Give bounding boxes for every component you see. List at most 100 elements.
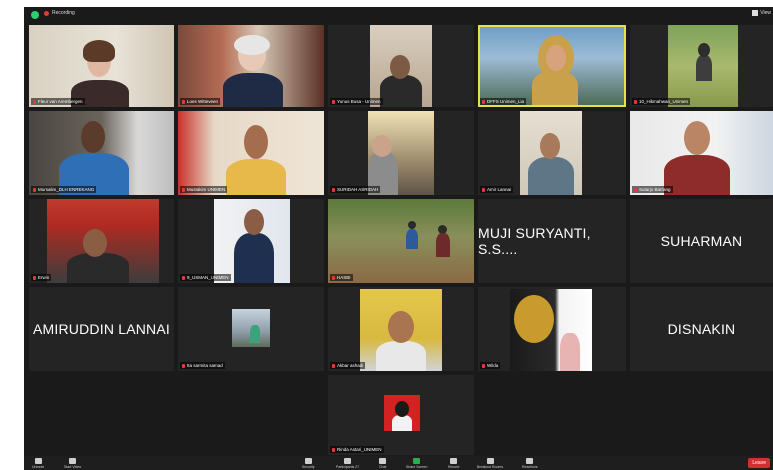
participant-video [29,25,174,107]
participants-icon [344,458,352,464]
mic-muted-icon [33,187,36,192]
participant-tile[interactable]: Erwin [29,199,174,283]
zoom-meeting-window: Recording View Fleur van Arembergen Loes… [24,7,773,470]
microphone-icon [34,458,42,464]
participant-video [232,309,270,347]
participant-video [368,111,434,195]
breakout-rooms-button[interactable]: Breakout Rooms [477,458,503,469]
mic-muted-icon [33,99,36,104]
video-camera-icon [69,458,77,464]
participant-name-display: SUHARMAN [660,233,743,249]
reactions-button[interactable]: Reactions [522,458,538,469]
participant-tile[interactable]: Amir Lannai [478,111,626,195]
meeting-toolbar: Unmute Start Video Security Participants… [24,456,773,470]
participant-name-plate: Fleur van Arembergen [31,98,85,105]
recording-dot-icon [44,10,49,16]
participant-tile[interactable]: Fleur van Arembergen [29,25,174,107]
participant-name-plate: Erwin [31,274,52,281]
participant-name-display: MUJI SURYANTI, S.S.... [478,225,591,257]
participant-tile[interactable]: Mustakim UNIMEN [178,111,324,195]
view-button[interactable]: View [752,10,771,16]
participant-tile-active-speaker[interactable]: DFFS Unimen_Lia [478,25,626,107]
mic-muted-icon [332,187,335,192]
participant-video [47,199,159,283]
mic-muted-icon [182,275,185,280]
participant-video [384,395,420,431]
grid-view-icon [752,10,759,16]
participant-video [630,111,773,195]
recording-label: Recording [52,10,75,16]
participant-video [480,27,624,105]
participant-tile[interactable]: Akbar ashadi [328,287,474,371]
reactions-icon [526,458,534,464]
share-screen-button[interactable]: Share Screen [406,458,427,469]
participant-tile[interactable]: 10_Hikmahwan_Unimen [630,25,773,107]
participant-name-plate: Amir Lannai [480,186,514,193]
shield-icon [304,458,312,464]
participant-video [29,111,174,195]
participants-count: 27 [355,465,360,469]
chat-bubble-icon [379,458,387,464]
participant-video [360,289,442,371]
participant-video [370,25,432,107]
recording-indicator[interactable]: Recording [44,10,75,16]
participant-name-plate: 9_USMAN_UNIMEN [180,274,231,281]
security-shield-icon[interactable] [31,11,39,19]
participant-tile[interactable]: MUJI SURYANTI, S.S.... [478,199,626,283]
participant-video [668,25,738,107]
participant-video [328,199,474,283]
participant-tile[interactable]: Loes Witteveen [178,25,324,107]
participant-tile[interactable]: SURIDAH ASRIDAH [328,111,474,195]
mic-muted-icon [182,363,185,368]
participant-video [214,199,290,283]
leave-button[interactable]: Leave [748,458,770,468]
record-button[interactable]: Record [448,458,459,469]
view-label: View [760,10,771,16]
participant-name-plate: HASBI [330,274,353,281]
participant-name-plate: 10_Hikmahwan_Unimen [632,98,691,105]
participant-tile[interactable]: HASBI [328,199,474,283]
mic-muted-icon [182,99,185,104]
mic-muted-icon [332,99,335,104]
start-video-button[interactable]: Start Video [64,458,81,469]
record-icon [450,458,458,464]
mic-muted-icon [634,99,637,104]
participant-name-plate: Rinda Astari_UNIMEN [330,446,384,453]
participant-tile[interactable]: Ita sarmita samad [178,287,324,371]
participant-name-plate: Mursalim_DLH ENREKANG [31,186,97,193]
participant-tile[interactable]: AMIRUDDIN LANNAI [29,287,174,371]
participant-name-plate: Sutarjo Barrang [632,186,673,193]
participant-name-display: DISNAKIN [667,321,736,337]
participant-tile[interactable]: Yunus Busa - Unimen [328,25,474,107]
participant-name-plate: Mustakim UNIMEN [180,186,228,193]
participants-button[interactable]: Participants 27 [336,458,359,469]
participant-tile[interactable]: DISNAKIN [630,287,773,371]
participant-name-plate: Yunus Busa - Unimen [330,98,383,105]
participant-video [178,111,324,195]
mic-muted-icon [182,187,185,192]
participant-tile[interactable]: Wilda [478,287,626,371]
mic-muted-icon [332,447,335,452]
participant-tile[interactable]: Rinda Astari_UNIMEN [328,375,474,455]
unmute-button[interactable]: Unmute [32,458,44,469]
participant-video [520,111,582,195]
participant-tile[interactable]: Sutarjo Barrang [630,111,773,195]
participant-video [510,289,592,371]
participant-name-display: AMIRUDDIN LANNAI [33,321,170,337]
chat-button[interactable]: Chat [379,458,386,469]
mic-muted-icon [482,363,485,368]
mic-muted-icon [482,99,485,104]
participant-tile[interactable]: Mursalim_DLH ENREKANG [29,111,174,195]
participant-name-plate: Loes Witteveen [180,98,221,105]
mic-muted-icon [33,275,36,280]
participant-name-plate: SURIDAH ASRIDAH [330,186,381,193]
participant-name-plate: Wilda [480,362,501,369]
security-button[interactable]: Security [302,458,315,469]
mic-muted-icon [634,187,637,192]
participant-name-plate: Ita sarmita samad [180,362,225,369]
participant-video [178,25,324,107]
participant-tile[interactable]: 9_USMAN_UNIMEN [178,199,324,283]
breakout-rooms-icon [486,458,494,464]
participant-tile[interactable]: SUHARMAN [630,199,773,283]
mic-muted-icon [332,363,335,368]
